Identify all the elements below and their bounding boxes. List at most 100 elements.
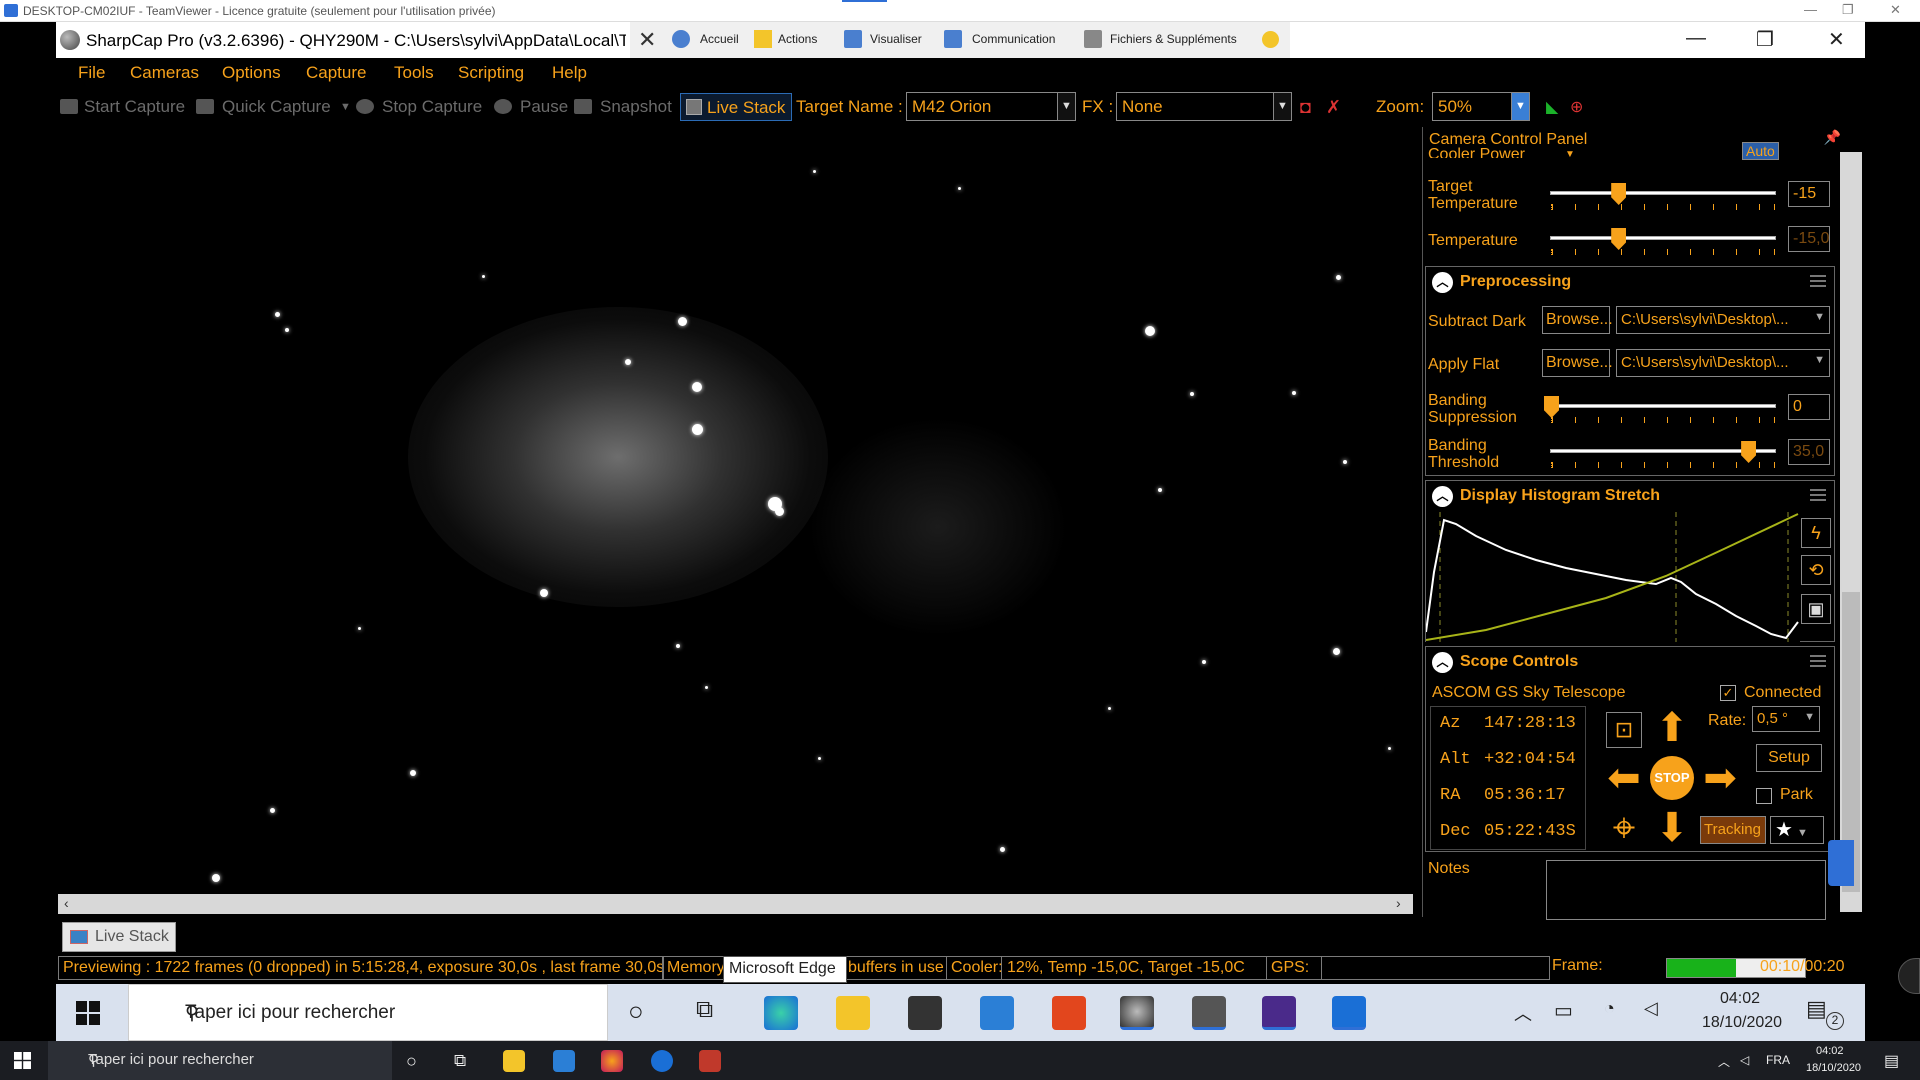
notes-field[interactable] bbox=[1546, 860, 1826, 920]
reset-icon[interactable]: ⟲ bbox=[1801, 555, 1831, 585]
snapshot-button[interactable]: Snapshot bbox=[600, 97, 672, 117]
chevron-down-icon[interactable]: ▼ bbox=[1804, 711, 1815, 723]
menu-icon[interactable] bbox=[1810, 275, 1826, 287]
cortana-icon[interactable]: ○ bbox=[406, 1051, 417, 1072]
menu-capture[interactable]: Capture bbox=[306, 63, 366, 83]
connected-checkbox[interactable]: ✓ bbox=[1720, 685, 1736, 701]
histogram-chart[interactable] bbox=[1426, 512, 1800, 642]
tab-live-stack[interactable]: Live Stack bbox=[62, 922, 176, 952]
volume-icon[interactable]: ◁ bbox=[1644, 998, 1658, 1019]
park-checkbox[interactable] bbox=[1756, 788, 1772, 804]
app-taskbar-icon[interactable] bbox=[699, 1050, 721, 1072]
chevron-down-icon[interactable]: ▼ bbox=[1273, 93, 1291, 120]
file-explorer-icon[interactable] bbox=[503, 1050, 525, 1072]
slider-thumb[interactable]: ▼ bbox=[1565, 146, 1575, 163]
save-icon[interactable]: ▣ bbox=[1801, 594, 1831, 624]
mail-icon[interactable] bbox=[980, 996, 1014, 1030]
record-icon[interactable]: ◘ bbox=[1300, 97, 1311, 118]
menu-scripting[interactable]: Scripting bbox=[458, 63, 524, 83]
browse-dark-button[interactable]: Browse... bbox=[1542, 306, 1613, 334]
pause-button[interactable]: Pause bbox=[520, 97, 568, 117]
chevron-down-icon[interactable]: ▼ bbox=[1814, 354, 1825, 366]
preprocessing-header[interactable]: ︿ Preprocessing bbox=[1432, 272, 1571, 293]
goto-icon[interactable]: ⊡ bbox=[1606, 712, 1642, 748]
chevron-down-icon[interactable]: ▼ bbox=[1797, 827, 1808, 839]
target-temp-value[interactable]: -15 bbox=[1788, 181, 1830, 207]
arrow-down-icon[interactable]: ⬇ bbox=[1650, 806, 1694, 850]
scroll-left-icon[interactable]: ‹ bbox=[64, 895, 69, 911]
chevron-down-icon[interactable]: ▼ bbox=[1814, 311, 1825, 323]
local-search-box[interactable]: ⚲ Taper ici pour rechercher bbox=[48, 1041, 392, 1080]
teamviewer-taskbar-icon[interactable] bbox=[651, 1050, 673, 1072]
tracking-button[interactable]: Tracking bbox=[1700, 816, 1766, 844]
start-capture-button[interactable]: Start Capture bbox=[84, 97, 185, 117]
sharpcap-taskbar-icon[interactable] bbox=[1120, 996, 1154, 1030]
collapse-side-icon[interactable] bbox=[1898, 958, 1920, 994]
histogram-icon[interactable]: ◣ bbox=[1546, 97, 1558, 117]
auto-button[interactable]: Auto bbox=[1742, 142, 1779, 160]
banding-suppression-value[interactable]: 0 bbox=[1788, 394, 1830, 420]
target-name-select[interactable]: M42 Orion ▼ bbox=[906, 92, 1076, 121]
office-icon[interactable] bbox=[1052, 996, 1086, 1030]
menu-icon[interactable] bbox=[1810, 655, 1826, 667]
app-restore-icon[interactable]: ❐ bbox=[1756, 27, 1774, 52]
smiley-icon[interactable] bbox=[1262, 31, 1279, 48]
notification-icon[interactable]: ▤ bbox=[1806, 996, 1827, 1022]
app-taskbar-icon[interactable] bbox=[1192, 996, 1226, 1030]
tv-communication[interactable]: Communication bbox=[972, 32, 1055, 46]
menu-cameras[interactable]: Cameras bbox=[130, 63, 199, 83]
panel-scrollbar[interactable] bbox=[1840, 152, 1862, 912]
crosshair-off-icon[interactable]: ✗ bbox=[1326, 97, 1341, 118]
collapse-icon[interactable]: ︿ bbox=[1432, 652, 1453, 673]
scope-controls-header[interactable]: ︿ Scope Controls bbox=[1432, 652, 1578, 673]
tv-accueil[interactable]: Accueil bbox=[700, 32, 739, 46]
pin-icon[interactable]: 📌 bbox=[1824, 129, 1841, 146]
tv-actions[interactable]: Actions bbox=[778, 32, 817, 46]
menu-file[interactable]: File bbox=[78, 63, 105, 83]
app-close-icon[interactable]: ✕ bbox=[1828, 27, 1845, 52]
rate-select[interactable]: 0,5 ° ▼ bbox=[1752, 706, 1820, 732]
menu-options[interactable]: Options bbox=[222, 63, 281, 83]
notification-icon[interactable]: ▤ bbox=[1884, 1051, 1899, 1071]
stop-button[interactable]: STOP bbox=[1650, 756, 1694, 800]
volume-icon[interactable]: ◁ bbox=[1740, 1053, 1749, 1067]
task-view-icon[interactable]: ⧉ bbox=[454, 1051, 466, 1071]
fx-select[interactable]: None ▼ bbox=[1116, 92, 1292, 121]
windows-start-icon[interactable] bbox=[14, 1052, 31, 1069]
task-view-icon[interactable]: ⧉ bbox=[696, 996, 713, 1024]
file-explorer-icon[interactable] bbox=[836, 996, 870, 1030]
histogram-header[interactable]: ︿ Display Histogram Stretch bbox=[1432, 486, 1660, 507]
zoom-select[interactable]: 50% ▼ bbox=[1432, 92, 1530, 121]
banding-suppression-slider[interactable] bbox=[1544, 396, 1776, 423]
close-icon[interactable]: ✕ bbox=[1890, 2, 1901, 18]
flat-path-select[interactable]: C:\Users\sylvi\Desktop\... ▼ bbox=[1616, 349, 1830, 377]
minimize-icon[interactable]: — bbox=[1804, 2, 1817, 17]
language-indicator[interactable]: FRA bbox=[1766, 1053, 1790, 1067]
store-icon[interactable] bbox=[908, 996, 942, 1030]
mail-icon[interactable] bbox=[553, 1050, 575, 1072]
firefox-icon[interactable] bbox=[601, 1050, 623, 1072]
app-minimize-icon[interactable]: — bbox=[1686, 27, 1706, 50]
arrow-right-icon[interactable]: ➡ bbox=[1698, 756, 1742, 800]
tracking-rate-select[interactable]: ★ ▼ bbox=[1770, 816, 1824, 844]
tv-visualiser[interactable]: Visualiser bbox=[870, 32, 922, 46]
teamviewer-taskbar-icon[interactable] bbox=[1332, 996, 1366, 1030]
scroll-right-icon[interactable]: › bbox=[1396, 895, 1401, 911]
wifi-icon[interactable]: ◔ bbox=[1604, 998, 1615, 1019]
auto-stretch-icon[interactable]: ϟ bbox=[1801, 518, 1831, 548]
target-temp-slider[interactable] bbox=[1550, 183, 1776, 210]
chevron-down-icon[interactable]: ▼ bbox=[1057, 93, 1075, 120]
arrow-left-icon[interactable]: ⬅ bbox=[1602, 756, 1646, 800]
menu-icon[interactable] bbox=[1810, 489, 1826, 501]
chevron-up-icon[interactable]: ︿ bbox=[1718, 1053, 1730, 1070]
cortana-icon[interactable]: ○ bbox=[628, 996, 644, 1027]
stellarium-icon[interactable] bbox=[1262, 996, 1296, 1030]
banding-threshold-slider[interactable] bbox=[1550, 441, 1776, 468]
browse-flat-button[interactable]: Browse... bbox=[1542, 349, 1613, 377]
remote-search-box[interactable]: ⚲ Taper ici pour rechercher bbox=[128, 984, 608, 1041]
teamviewer-side-icon[interactable] bbox=[1828, 840, 1854, 886]
menu-help[interactable]: Help bbox=[552, 63, 587, 83]
collapse-icon[interactable]: ︿ bbox=[1432, 486, 1453, 507]
setup-button[interactable]: Setup bbox=[1756, 744, 1822, 772]
arrow-up-icon[interactable]: ⬆ bbox=[1650, 706, 1694, 750]
